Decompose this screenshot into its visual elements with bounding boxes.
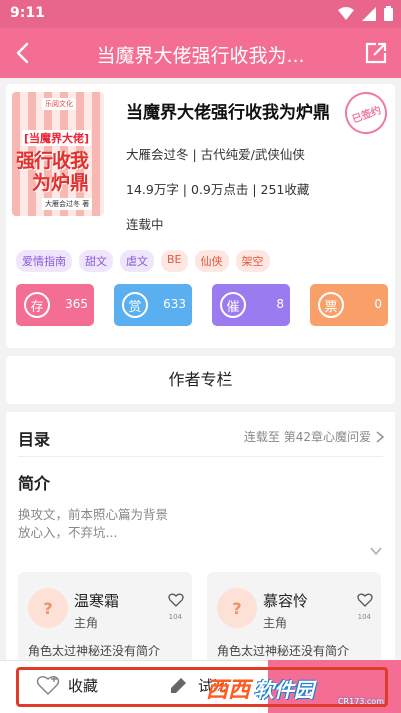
app-bar: 当魔界大佬强行收我为...	[0, 28, 401, 78]
page-title: 当魔界大佬强行收我为...	[96, 45, 305, 67]
tag-chip[interactable]: 仙侠	[194, 250, 229, 272]
heart-icon[interactable]	[357, 592, 373, 608]
urge-glyph: 催	[220, 292, 246, 318]
watermark-site: CR173.com	[337, 697, 384, 706]
cover-publisher: 乐阅文化	[42, 98, 76, 110]
battery-icon	[384, 6, 393, 21]
tag-list: 爱情指南 甜文 虐文 BE 仙侠 架空	[16, 250, 270, 272]
store-counter-button[interactable]: 存 365	[16, 284, 94, 326]
character-card[interactable]: ? 温寒霜 主角 104 角色太过神秘还没有简介	[18, 572, 192, 664]
status-icons	[338, 6, 393, 21]
character-name: 温寒霜	[74, 592, 120, 610]
reward-counter-button[interactable]: 赏 633	[114, 284, 192, 326]
reward-glyph: 赏	[122, 292, 148, 318]
vote-count: 0	[374, 297, 382, 311]
intro-line: 换攻文，前本照心篇为背景	[18, 507, 169, 522]
book-info-card: 乐阅文化 [当魔界大佬] 强行收我 为炉鼎 大雁会过冬 著 当魔界大佬强行收我为…	[6, 84, 395, 348]
signal-icon	[362, 6, 376, 21]
toc-status-text: 连载至 第42章心魔问爱	[243, 430, 371, 444]
character-desc: 角色太过神秘还没有简介	[217, 644, 350, 658]
urge-count: 8	[276, 297, 284, 311]
character-role: 主角	[263, 616, 288, 630]
like-count: 104	[168, 613, 182, 621]
tag-chip[interactable]: 甜文	[79, 250, 113, 272]
favorite-label: 收藏	[68, 676, 99, 695]
character-name: 慕容怜	[263, 592, 309, 610]
cover-title-line3: 为炉鼎	[32, 172, 90, 194]
tag-chip[interactable]: 爱情指南	[16, 250, 72, 272]
toc-title: 目录	[18, 430, 51, 449]
store-count: 365	[65, 297, 88, 311]
tag-chip[interactable]: 架空	[235, 250, 270, 272]
heart-plus-icon	[36, 675, 60, 696]
urge-counter-button[interactable]: 催 8	[212, 284, 290, 326]
toc-link[interactable]: 连载至 第42章心魔问爱	[244, 428, 385, 445]
book-cover[interactable]: 乐阅文化 [当魔界大佬] 强行收我 为炉鼎 大雁会过冬 著	[12, 92, 104, 216]
book-title: 当魔界大佬强行收我为炉鼎	[126, 103, 330, 123]
status-time: 9:11	[10, 5, 45, 21]
interaction-counters: 存 365 赏 633 催 8 票 0	[16, 284, 388, 326]
share-icon[interactable]	[363, 40, 389, 66]
chevron-right-icon	[376, 430, 385, 443]
author-column-button[interactable]: 作者专栏	[6, 356, 395, 404]
book-author-genre: 大雁会过冬 | 古代纯爱/武侠仙侠	[126, 147, 305, 162]
signed-stamp: 已签约	[339, 86, 393, 140]
back-arrow-icon[interactable]	[10, 40, 36, 66]
book-status: 连载中	[126, 217, 164, 232]
vote-counter-button[interactable]: 票 0	[310, 284, 388, 326]
favorite-button[interactable]: 收藏	[36, 674, 98, 696]
character-role: 主角	[74, 616, 99, 630]
heart-icon[interactable]	[168, 592, 184, 608]
book-stats: 14.9万字 | 0.9万点击 | 251收藏	[126, 182, 310, 197]
tag-chip[interactable]: 虐文	[120, 250, 154, 272]
intro-line: 放心入，不弃坑...	[18, 525, 118, 540]
cover-title-line1: [当魔界大佬]	[22, 130, 92, 146]
watermark-text: 软件园	[254, 677, 315, 702]
avatar: ?	[217, 588, 257, 628]
watermark-logo: 西西 软件园 CR173.com	[206, 668, 394, 708]
tag-chip[interactable]: BE	[161, 250, 188, 272]
character-card[interactable]: ? 慕容怜 主角 104 角色太过神秘还没有简介	[207, 572, 381, 664]
cover-author: 大雁会过冬 著	[42, 198, 93, 210]
avatar: ?	[28, 588, 68, 628]
divider	[18, 456, 383, 457]
vote-glyph: 票	[318, 292, 344, 318]
status-bar: 9:11	[0, 0, 401, 28]
chevron-down-icon[interactable]	[369, 544, 383, 558]
pencil-icon	[171, 678, 186, 693]
intro-title: 简介	[18, 474, 51, 493]
reward-count: 633	[163, 297, 186, 311]
like-count: 104	[357, 613, 371, 621]
watermark-text: 西西	[206, 678, 251, 703]
character-desc: 角色太过神秘还没有简介	[28, 644, 161, 658]
store-glyph: 存	[24, 292, 50, 318]
wifi-icon	[338, 6, 354, 20]
